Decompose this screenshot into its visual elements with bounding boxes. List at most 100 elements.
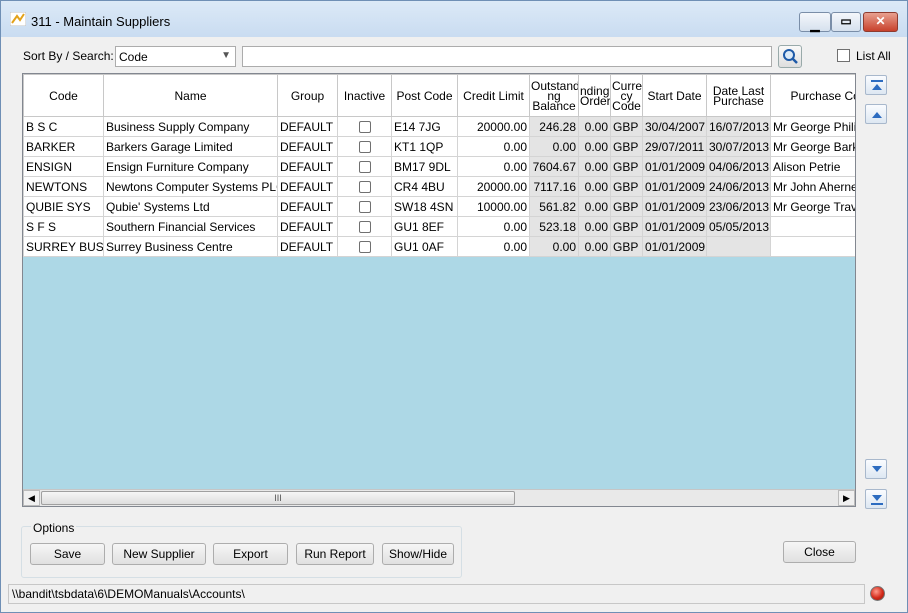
scroll-to-top-button[interactable] [865, 75, 887, 95]
table-cell-code[interactable]: B S C [23, 116, 104, 137]
table-cell-group[interactable]: DEFAULT [277, 116, 338, 137]
table-cell-start-date[interactable]: 01/01/2009 [642, 236, 707, 257]
scroll-to-bottom-button[interactable] [865, 489, 887, 509]
table-cell-start-date[interactable]: 01/01/2009 [642, 196, 707, 217]
table-cell-outstanding-balance[interactable]: 7604.67 [529, 156, 579, 177]
table-cell-credit-limit[interactable]: 0.00 [457, 236, 530, 257]
table-cell-date-last-purchase[interactable]: 24/06/2013 [706, 176, 771, 197]
table-cell-date-last-purchase[interactable]: 04/06/2013 [706, 156, 771, 177]
table-cell-outstanding-balance[interactable]: 561.82 [529, 196, 579, 217]
table-cell-code[interactable]: NEWTONS [23, 176, 104, 197]
inactive-checkbox[interactable] [358, 241, 371, 254]
table-cell-start-date[interactable]: 29/07/2011 [642, 136, 707, 157]
table-cell-name[interactable]: Ensign Furniture Company [103, 156, 278, 177]
column-header[interactable]: Curre cy Code [610, 74, 643, 117]
table-cell-purchase-contact[interactable] [770, 216, 855, 237]
table-cell-code[interactable]: BARKER [23, 136, 104, 157]
table-cell-credit-limit[interactable]: 20000.00 [457, 176, 530, 197]
table-cell-group[interactable]: DEFAULT [277, 156, 338, 177]
table-row[interactable]: B S C Business Supply Company DEFAULT E14 7… [23, 116, 855, 137]
table-cell-inactive[interactable] [337, 136, 392, 157]
table-cell-start-date[interactable]: 01/01/2009 [642, 156, 707, 177]
table-cell-purchase-contact[interactable]: Mr George Barke [770, 136, 855, 157]
inactive-checkbox[interactable] [358, 221, 371, 234]
table-cell-currency-code[interactable]: GBP [610, 116, 643, 137]
scroll-up-button[interactable] [865, 104, 887, 124]
table-cell-date-last-purchase[interactable]: 05/05/2013 [706, 216, 771, 237]
inactive-checkbox[interactable] [358, 121, 371, 134]
table-cell-group[interactable]: DEFAULT [277, 236, 338, 257]
inactive-checkbox[interactable] [358, 161, 371, 174]
table-cell-group[interactable]: DEFAULT [277, 176, 338, 197]
table-cell-currency-code[interactable]: GBP [610, 236, 643, 257]
close-button[interactable]: Close [783, 541, 856, 563]
table-cell-currency-code[interactable]: GBP [610, 156, 643, 177]
column-header[interactable]: Post Code [391, 74, 458, 117]
save-button[interactable]: Save [30, 543, 105, 565]
table-cell-currency-code[interactable]: GBP [610, 216, 643, 237]
table-cell-outstanding-balance[interactable]: 7117.16 [529, 176, 579, 197]
table-cell-start-date[interactable]: 30/04/2007 [642, 116, 707, 137]
table-cell-date-last-purchase[interactable]: 30/07/2013 [706, 136, 771, 157]
table-row[interactable]: ENSIGN Ensign Furniture Company DEFAULT BM1… [23, 156, 855, 177]
table-cell-start-date[interactable]: 01/01/2009 [642, 216, 707, 237]
table-cell-pending-orders[interactable]: 0.00 [578, 216, 611, 237]
column-header[interactable]: Credit Limit [457, 74, 530, 117]
table-cell-purchase-contact[interactable]: Mr John Aherne [770, 176, 855, 197]
column-header[interactable]: Group [277, 74, 338, 117]
table-cell-name[interactable]: Qubie' Systems Ltd [103, 196, 278, 217]
table-cell-inactive[interactable] [337, 156, 392, 177]
table-cell-post-code[interactable]: SW18 4SN [391, 196, 458, 217]
export-button[interactable]: Export [213, 543, 288, 565]
column-header[interactable]: Code [23, 74, 104, 117]
table-cell-code[interactable]: ENSIGN [23, 156, 104, 177]
table-cell-pending-orders[interactable]: 0.00 [578, 136, 611, 157]
column-header[interactable]: Date Last Purchase [706, 74, 771, 117]
table-cell-outstanding-balance[interactable]: 0.00 [529, 136, 579, 157]
column-header[interactable]: Inactive [337, 74, 392, 117]
table-cell-pending-orders[interactable]: 0.00 [578, 236, 611, 257]
table-cell-code[interactable]: QUBIE SYS [23, 196, 104, 217]
table-cell-pending-orders[interactable]: 0.00 [578, 176, 611, 197]
table-cell-credit-limit[interactable]: 0.00 [457, 216, 530, 237]
scroll-right-button[interactable]: ▶ [838, 490, 855, 506]
table-cell-purchase-contact[interactable]: Mr George Philip [770, 116, 855, 137]
column-header[interactable]: Name [103, 74, 278, 117]
table-cell-name[interactable]: Surrey Business Centre [103, 236, 278, 257]
table-cell-purchase-contact[interactable]: Alison Petrie [770, 156, 855, 177]
table-cell-credit-limit[interactable]: 20000.00 [457, 116, 530, 137]
table-cell-credit-limit[interactable]: 0.00 [457, 136, 530, 157]
scroll-down-button[interactable] [865, 459, 887, 479]
table-cell-code[interactable]: SURREY BUS [23, 236, 104, 257]
table-cell-credit-limit[interactable]: 0.00 [457, 156, 530, 177]
table-cell-name[interactable]: Business Supply Company [103, 116, 278, 137]
table-cell-inactive[interactable] [337, 196, 392, 217]
table-cell-code[interactable]: S F S [23, 216, 104, 237]
minimize-button[interactable]: ▁ [799, 12, 831, 32]
table-cell-purchase-contact[interactable] [770, 236, 855, 257]
run-report-button[interactable]: Run Report [296, 543, 374, 565]
table-cell-outstanding-balance[interactable]: 523.18 [529, 216, 579, 237]
table-cell-outstanding-balance[interactable]: 246.28 [529, 116, 579, 137]
show-hide-button[interactable]: Show/Hide [382, 543, 454, 565]
table-cell-pending-orders[interactable]: 0.00 [578, 156, 611, 177]
table-cell-post-code[interactable]: KT1 1QP [391, 136, 458, 157]
table-cell-pending-orders[interactable]: 0.00 [578, 116, 611, 137]
table-cell-purchase-contact[interactable]: Mr George Travis [770, 196, 855, 217]
table-cell-post-code[interactable]: GU1 0AF [391, 236, 458, 257]
inactive-checkbox[interactable] [358, 181, 371, 194]
search-input[interactable] [242, 46, 772, 67]
table-cell-start-date[interactable]: 01/01/2009 [642, 176, 707, 197]
table-cell-currency-code[interactable]: GBP [610, 136, 643, 157]
column-header[interactable]: Purchase Conta [770, 74, 855, 117]
table-cell-post-code[interactable]: CR4 4BU [391, 176, 458, 197]
table-cell-date-last-purchase[interactable] [706, 236, 771, 257]
table-row[interactable]: NEWTONS Newtons Computer Systems PLC DEFAU… [23, 176, 855, 197]
inactive-checkbox[interactable] [358, 141, 371, 154]
inactive-checkbox[interactable] [358, 201, 371, 214]
close-window-button[interactable]: ✕ [863, 12, 898, 32]
table-cell-name[interactable]: Newtons Computer Systems PLC [103, 176, 278, 197]
table-cell-post-code[interactable]: BM17 9DL [391, 156, 458, 177]
table-cell-inactive[interactable] [337, 216, 392, 237]
scrollbar-thumb[interactable]: III [41, 491, 515, 505]
